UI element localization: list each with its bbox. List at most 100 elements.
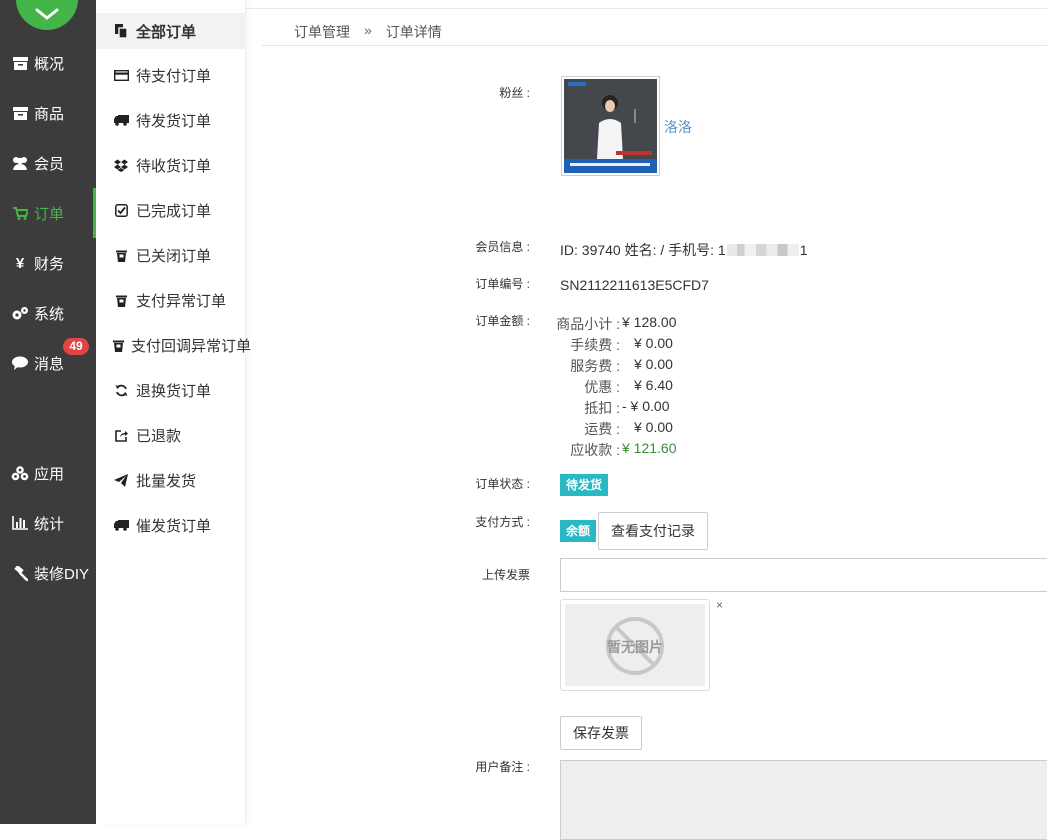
sidebar-item-goods[interactable]: 商品: [0, 88, 96, 138]
invoice-label: 上传发票: [481, 568, 530, 582]
save-invoice-button[interactable]: 保存发票: [560, 716, 642, 750]
member-info-text: ID: 39740 姓名: / 手机号: 1: [560, 242, 726, 258]
sidebar-item-label: 商品: [34, 105, 65, 123]
copy-icon: [113, 24, 129, 38]
sidebar-item-overview[interactable]: 概况: [0, 38, 96, 88]
sidebar-item-finance[interactable]: ¥ 财务: [0, 238, 96, 288]
breadcrumb-separator: »: [364, 22, 372, 38]
sidebar-item-label: 应用: [34, 465, 65, 483]
fan-avatar[interactable]: [561, 76, 660, 176]
payment-method-label: 支付方式 :: [475, 515, 530, 529]
trash-icon: [113, 338, 124, 352]
refresh-icon: [113, 383, 129, 397]
amount-label: 优惠 :: [584, 379, 620, 395]
message-count-badge: 49: [63, 338, 89, 355]
sidebar-item-diy[interactable]: 装修DIY: [0, 548, 96, 598]
subnav-label: 支付异常订单: [136, 292, 227, 310]
sidebar-item-orders[interactable]: 订单: [0, 188, 96, 238]
no-image-text: 暂无图片: [607, 639, 663, 655]
subnav-item-urge-shipment[interactable]: 催发货订单: [96, 507, 246, 543]
truck-icon: [113, 518, 129, 532]
gavel-icon: [11, 565, 29, 581]
amount-row-deduct: 抵扣 : - ¥ 0.00: [550, 398, 669, 418]
paper-plane-icon: [113, 473, 129, 487]
amount-row-service: 服务费 : ¥ 0.00: [550, 356, 673, 376]
subnav-label: 退换货订单: [136, 382, 212, 400]
subnav-label: 待收货订单: [136, 157, 212, 175]
sidebar-item-label: 财务: [34, 255, 65, 273]
subnav-label: 全部订单: [136, 23, 197, 41]
sidebar-item-members[interactable]: 会员: [0, 138, 96, 188]
truck-icon: [113, 113, 129, 127]
fan-name-link[interactable]: 洛洛: [664, 117, 692, 137]
users-icon: [11, 155, 29, 171]
amount-label: 抵扣 :: [584, 400, 620, 416]
amount-value: ¥ 128.00: [622, 314, 677, 330]
sidebar-item-apps[interactable]: 应用: [0, 448, 96, 498]
amount-row-discount: 优惠 : ¥ 6.40: [550, 377, 673, 397]
fan-label: 粉丝 :: [499, 86, 530, 100]
subnav-item-returns[interactable]: 退换货订单: [96, 372, 246, 408]
order-no-label: 订单编号 :: [475, 277, 530, 291]
amount-label: 手续费 :: [570, 337, 620, 353]
subnav-label: 支付回调异常订单: [131, 337, 252, 355]
amount-value: ¥ 0.00: [634, 356, 673, 372]
invoice-image-preview[interactable]: 暂无图片: [560, 599, 710, 691]
user-remark-field[interactable]: [560, 760, 1047, 840]
amount-label: 应收款 :: [570, 442, 620, 458]
subnav-item-pending-payment[interactable]: 待支付订单: [96, 57, 246, 93]
avatar-photo: [564, 79, 657, 173]
sidebar-item-label: 会员: [34, 155, 65, 173]
amount-row-subtotal: 商品小计 : ¥ 128.00: [550, 314, 677, 334]
yen-icon: ¥: [15, 254, 25, 272]
amount-value: ¥ 0.00: [634, 419, 673, 435]
sidebar-item-label: 装修DIY: [34, 565, 90, 583]
amount-row-shipping: 运费 : ¥ 0.00: [550, 419, 673, 439]
subnav-item-completed[interactable]: 已完成订单: [96, 192, 246, 228]
order-status-label: 订单状态 :: [475, 477, 530, 491]
user-remark-label: 用户备注 :: [475, 760, 530, 774]
gears-icon: [11, 305, 29, 321]
payment-method-badge: 余额: [560, 520, 597, 542]
subnav-item-callback-exception[interactable]: 支付回调异常订单: [96, 327, 251, 363]
subnav-label: 待发货订单: [136, 112, 212, 130]
cubes-icon: [11, 465, 29, 481]
sidebar-item-system[interactable]: 系统: [0, 288, 96, 338]
member-phone-tail: 1: [799, 242, 808, 258]
subnav-item-batch-ship[interactable]: 批量发货: [96, 462, 246, 498]
subnav-item-pending-receipt[interactable]: 待收货订单: [96, 147, 246, 183]
sidebar-item-stats[interactable]: 统计: [0, 498, 96, 548]
subnav-label: 催发货订单: [136, 517, 212, 535]
view-payment-record-button[interactable]: 查看支付记录: [598, 512, 708, 550]
trash-icon: [113, 248, 129, 262]
bar-chart-icon: [11, 515, 29, 531]
subnav-item-pending-shipment[interactable]: 待发货订单: [96, 102, 246, 138]
amount-total: ¥ 121.60: [622, 440, 677, 456]
close-icon[interactable]: ×: [716, 598, 723, 612]
invoice-input[interactable]: [560, 558, 1047, 592]
subnav-label: 已退款: [136, 427, 182, 445]
chevron-down-icon: [35, 8, 59, 20]
member-info: ID: 39740 姓名: / 手机号: 1 1: [560, 240, 808, 260]
breadcrumb-divider: [262, 45, 1047, 46]
subnav-item-refunded[interactable]: 已退款: [96, 417, 246, 453]
amount-row-receivable: 应收款 : ¥ 121.60: [550, 440, 677, 460]
amount-label: 运费 :: [584, 421, 620, 437]
member-info-label: 会员信息 :: [475, 240, 530, 254]
amount-value: ¥ 6.40: [634, 377, 673, 393]
breadcrumb-parent[interactable]: 订单管理: [294, 22, 350, 42]
status-badge: 待发货: [560, 474, 609, 496]
subnav-label: 已关闭订单: [136, 247, 212, 265]
subnav-label: 批量发货: [136, 472, 197, 490]
top-divider: [246, 8, 1047, 9]
main-sidebar: 概况 商品 会员 订单 ¥ 财务 系统 消息 49 应用 统计 装修DIY: [0, 0, 96, 824]
cart-icon: [11, 205, 29, 221]
subnav-item-payment-exception[interactable]: 支付异常订单: [96, 282, 246, 318]
subnav-label: 已完成订单: [136, 202, 212, 220]
subnav-item-closed[interactable]: 已关闭订单: [96, 237, 246, 273]
subnav-label: 待支付订单: [136, 67, 212, 85]
subnav-item-all-orders[interactable]: 全部订单: [96, 13, 246, 49]
logo[interactable]: [16, 0, 78, 30]
archive-icon: [11, 55, 29, 71]
breadcrumb-current: 订单详情: [385, 24, 442, 40]
